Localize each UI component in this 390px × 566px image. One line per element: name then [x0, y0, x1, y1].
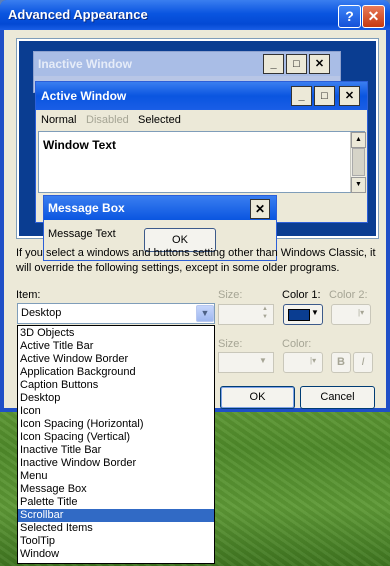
color1-picker-button[interactable]: ▼	[283, 304, 323, 325]
list-item[interactable]: Selected Items	[18, 522, 214, 535]
font-size-select[interactable]: ▼	[218, 352, 274, 373]
list-item[interactable]: Inactive Title Bar	[18, 444, 214, 457]
item-dropdown-list[interactable]: 3D Objects Active Title Bar Active Windo…	[17, 325, 215, 564]
dropdown-arrow-icon: |▾	[310, 356, 317, 365]
item-selected-value: Desktop	[21, 307, 62, 319]
list-item[interactable]: Palette Title	[18, 496, 214, 509]
close-button[interactable]: ✕	[362, 5, 385, 28]
active-title-bar[interactable]: Active Window _ □ ✕	[36, 82, 367, 110]
color1-label: Color 1:	[282, 289, 321, 301]
help-button[interactable]: ?	[338, 5, 361, 28]
maximize-icon[interactable]: □	[314, 86, 335, 106]
dialog-title: Advanced Appearance	[8, 7, 148, 22]
list-item[interactable]: Icon	[18, 405, 214, 418]
spin-down-icon[interactable]: ▼	[259, 314, 271, 322]
list-item[interactable]: Caption Buttons	[18, 379, 214, 392]
list-item[interactable]: Message Box	[18, 483, 214, 496]
scroll-thumb[interactable]	[352, 148, 365, 176]
info-text: If you select a windows and buttons sett…	[16, 247, 376, 274]
color2-label: Color 2:	[329, 289, 368, 301]
list-item[interactable]: ToolTip	[18, 535, 214, 548]
bold-button[interactable]: B	[331, 352, 351, 373]
list-item[interactable]: Menu	[18, 470, 214, 483]
message-box-title-bar[interactable]: Message Box ✕	[44, 196, 276, 220]
list-item-selected[interactable]: Scrollbar	[18, 509, 214, 522]
size-label: Size:	[218, 289, 243, 301]
scroll-up-arrow-icon[interactable]: ▲	[351, 132, 366, 148]
list-item[interactable]: 3D Objects	[18, 327, 214, 340]
list-item[interactable]: Application Background	[18, 366, 214, 379]
maximize-icon[interactable]: □	[286, 54, 307, 74]
scroll-down-arrow-icon[interactable]: ▼	[351, 177, 366, 193]
list-item[interactable]: Desktop	[18, 392, 214, 405]
chevron-down-icon[interactable]: ▼	[196, 305, 214, 322]
chevron-down-icon: ▼	[259, 356, 267, 365]
preview-scrollbar[interactable]: ▲ ▼	[350, 132, 366, 193]
ok-button[interactable]: OK	[220, 386, 295, 409]
close-icon[interactable]: ✕	[250, 199, 270, 219]
spin-up-icon[interactable]: ▲	[259, 306, 271, 314]
size-spinner[interactable]: ▲ ▼	[218, 304, 274, 325]
item-label: Item:	[16, 289, 41, 301]
list-item[interactable]: Window	[18, 548, 214, 561]
list-item[interactable]: Active Window Border	[18, 353, 214, 366]
active-window-title: Active Window	[41, 89, 127, 103]
inactive-title-bar[interactable]: Inactive Window _ □ ✕	[34, 52, 340, 76]
close-icon[interactable]: ✕	[339, 86, 360, 106]
close-icon[interactable]: ✕	[309, 54, 330, 74]
appearance-preview[interactable]: Inactive Window _ □ ✕ Active Window _ □ …	[16, 38, 379, 261]
list-item[interactable]: Icon Spacing (Horizontal)	[18, 418, 214, 431]
cancel-button[interactable]: Cancel	[300, 386, 375, 409]
menu-item-normal[interactable]: Normal	[41, 114, 76, 126]
inactive-window-title: Inactive Window	[38, 57, 132, 71]
dropdown-arrow-icon: ▼	[311, 308, 319, 317]
preview-menu-bar: Normal Disabled Selected	[36, 111, 367, 129]
message-box-title: Message Box	[48, 201, 125, 215]
dropdown-arrow-icon: |▾	[358, 308, 365, 317]
menu-item-disabled[interactable]: Disabled	[86, 114, 129, 126]
font-size-label: Size:	[218, 338, 243, 350]
list-item[interactable]: Inactive Window Border	[18, 457, 214, 470]
item-select[interactable]: Desktop ▼	[17, 303, 215, 324]
font-color-picker-button[interactable]: |▾	[283, 352, 323, 373]
color2-picker-button[interactable]: |▾	[331, 304, 371, 325]
list-item[interactable]: Icon Spacing (Vertical)	[18, 431, 214, 444]
italic-button[interactable]: I	[353, 352, 373, 373]
window-text: Window Text	[43, 138, 116, 152]
window-text-area[interactable]: Window Text ▲ ▼	[38, 131, 366, 193]
minimize-icon[interactable]: _	[263, 54, 284, 74]
title-bar[interactable]: Advanced Appearance ? ✕	[0, 0, 390, 30]
menu-item-selected[interactable]: Selected	[138, 114, 181, 126]
minimize-icon[interactable]: _	[291, 86, 312, 106]
message-text: Message Text	[48, 228, 116, 240]
font-color-label: Color:	[282, 338, 312, 350]
preview-desktop[interactable]: Inactive Window _ □ ✕ Active Window _ □ …	[19, 41, 376, 261]
list-item[interactable]: Active Title Bar	[18, 340, 214, 353]
color1-swatch	[288, 309, 310, 321]
